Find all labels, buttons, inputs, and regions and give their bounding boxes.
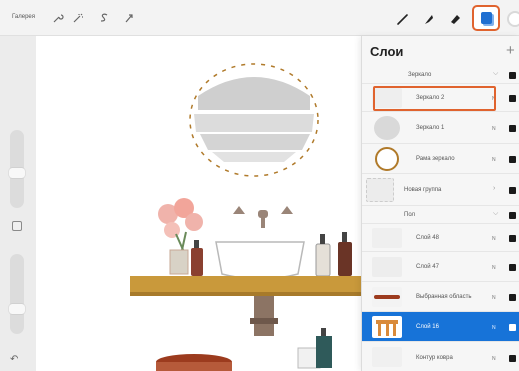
chevron-right-icon[interactable]: › xyxy=(493,185,495,192)
group-thumbnail xyxy=(366,178,394,202)
visibility-checkbox[interactable] xyxy=(509,235,516,242)
pipe-illustration xyxy=(254,296,274,336)
blend-mode[interactable]: N xyxy=(492,96,496,102)
layer-row[interactable]: Контур ковра N xyxy=(362,342,519,371)
plus-icon[interactable]: + xyxy=(506,42,515,59)
layer-name: Слой 48 xyxy=(416,235,439,241)
color-swatch[interactable] xyxy=(507,11,519,27)
gallery-button[interactable]: Галерея xyxy=(12,14,35,20)
eraser-icon[interactable] xyxy=(448,12,462,26)
left-sidebar: ↶ xyxy=(0,36,36,371)
arrow-icon[interactable] xyxy=(123,12,135,24)
blend-mode[interactable]: N xyxy=(492,126,496,132)
layer-row[interactable]: Зеркало 1 N xyxy=(362,112,519,144)
shelf-illustration xyxy=(130,276,370,292)
visibility-checkbox[interactable] xyxy=(509,95,516,102)
layer-name: Выбранная область xyxy=(416,294,472,300)
layer-thumbnail xyxy=(372,257,402,277)
group-label: Зеркало xyxy=(408,72,432,78)
chevron-down-icon[interactable]: ⌵ xyxy=(493,70,498,78)
layer-thumbnail xyxy=(372,316,402,338)
s-selection-icon[interactable] xyxy=(98,12,110,24)
layer-row[interactable]: Рама зеркало N xyxy=(362,144,519,174)
undo-icon[interactable]: ↶ xyxy=(10,354,18,365)
layers-panel-header: Слои + xyxy=(362,36,519,66)
layer-name: Слой 16 xyxy=(416,324,439,330)
layer-name: Контур ковра xyxy=(416,355,453,361)
layer-row-selected[interactable]: Слой 16 N xyxy=(362,312,519,342)
magic-wand-icon[interactable] xyxy=(72,12,84,24)
brush-size-handle[interactable] xyxy=(9,168,25,178)
layer-thumbnail xyxy=(372,347,402,367)
visibility-checkbox[interactable] xyxy=(509,72,516,79)
blend-mode[interactable]: N xyxy=(492,236,496,242)
blend-mode[interactable]: N xyxy=(492,157,496,163)
layer-name: Зеркало 2 xyxy=(416,95,445,101)
layer-name: Новая группа xyxy=(404,187,442,193)
wrench-icon[interactable] xyxy=(52,12,64,24)
visibility-checkbox[interactable] xyxy=(509,294,516,301)
smudge-icon[interactable] xyxy=(422,12,436,26)
layer-group-row[interactable]: Новая группа › xyxy=(362,174,519,206)
faucet-illustration xyxy=(233,206,293,228)
mirror-illustration xyxy=(189,63,319,177)
layer-thumbnail xyxy=(372,88,402,108)
opacity-handle[interactable] xyxy=(9,304,25,314)
visibility-checkbox[interactable] xyxy=(509,355,516,362)
layers-panel: Слои + Зеркало ⌵ Зеркало 2 N Зеркало 1 N… xyxy=(361,36,519,371)
sink-illustration xyxy=(215,241,305,280)
bottle-right-1 xyxy=(315,243,331,277)
blend-mode[interactable]: N xyxy=(492,356,496,362)
opacity-slider[interactable] xyxy=(10,254,24,334)
top-toolbar: Галерея xyxy=(0,0,519,36)
bottle-left-1 xyxy=(191,248,203,276)
layers-panel-title: Слои xyxy=(370,44,404,59)
blend-mode[interactable]: N xyxy=(492,295,496,301)
layer-thumbnail xyxy=(374,116,400,140)
layer-thumbnail xyxy=(372,287,402,307)
visibility-checkbox[interactable] xyxy=(509,125,516,132)
bottle-bottom xyxy=(316,336,332,368)
layer-row[interactable]: Слой 48 N xyxy=(362,224,519,252)
layer-thumbnail xyxy=(372,228,402,248)
layers-button[interactable] xyxy=(472,5,500,31)
visibility-checkbox[interactable] xyxy=(509,324,516,331)
modify-button[interactable] xyxy=(12,221,22,231)
blend-mode[interactable]: N xyxy=(492,265,496,271)
visibility-checkbox[interactable] xyxy=(509,187,516,194)
visibility-checkbox[interactable] xyxy=(509,212,516,219)
brush-icon[interactable] xyxy=(396,12,410,26)
visibility-checkbox[interactable] xyxy=(509,156,516,163)
layer-thumbnail xyxy=(375,147,399,171)
bottle-right-2 xyxy=(338,242,352,276)
blend-mode[interactable]: N xyxy=(492,325,496,331)
layer-row[interactable]: Выбранная область N xyxy=(362,282,519,312)
layer-group-mirror[interactable]: Зеркало ⌵ xyxy=(362,66,519,84)
visibility-checkbox[interactable] xyxy=(509,264,516,271)
layer-row[interactable]: Слой 47 N xyxy=(362,252,519,282)
layer-row[interactable]: Зеркало 2 N xyxy=(362,84,519,112)
layers-icon xyxy=(481,12,492,24)
layer-group-floor[interactable]: Пол ⌵ xyxy=(362,206,519,224)
group-label: Пол xyxy=(404,212,416,218)
chevron-down-icon[interactable]: ⌵ xyxy=(493,210,498,218)
layer-name: Зеркало 1 xyxy=(416,125,445,131)
layer-name: Слой 47 xyxy=(416,264,439,270)
layer-name: Рама зеркало xyxy=(416,156,455,162)
